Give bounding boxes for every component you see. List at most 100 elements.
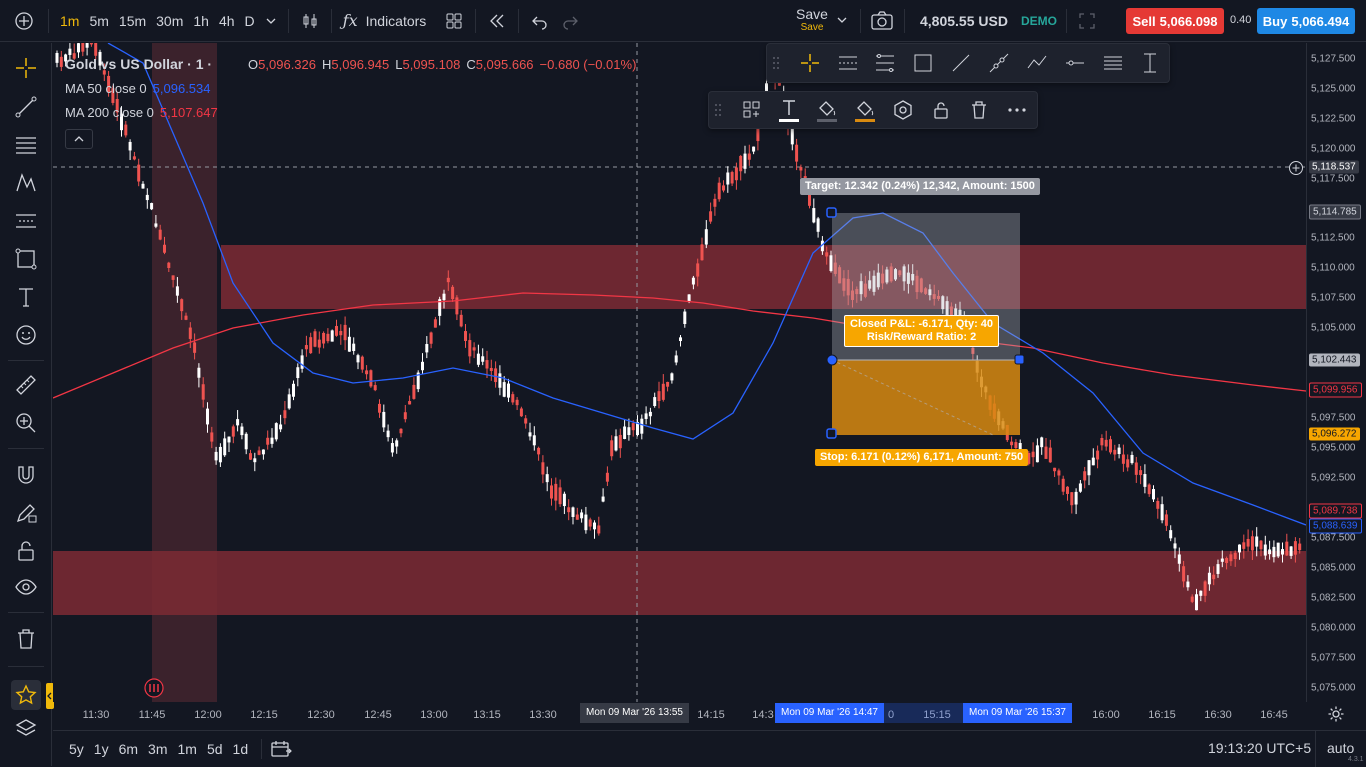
stop-zone[interactable] xyxy=(832,360,1020,435)
entry-handle[interactable] xyxy=(826,354,838,366)
templates-icon[interactable] xyxy=(439,6,469,36)
candle-body xyxy=(661,383,665,400)
pattern-icon[interactable] xyxy=(13,170,39,196)
horizontal-ray-icon[interactable] xyxy=(1061,49,1089,77)
trash-icon[interactable] xyxy=(13,626,39,652)
layers-icon[interactable] xyxy=(13,716,39,742)
candle-body xyxy=(627,427,631,436)
range-3m[interactable]: 3m xyxy=(143,741,172,757)
line-tool-icon[interactable] xyxy=(947,49,975,77)
rectangle-tool-icon[interactable] xyxy=(909,49,937,77)
trend-line-icon[interactable] xyxy=(13,94,39,120)
price-scale[interactable]: 5,127.500 5,125.000 5,122.500 5,120.000 … xyxy=(1306,43,1366,702)
candle-body xyxy=(713,198,717,207)
rectangle-icon[interactable] xyxy=(13,246,39,272)
chevron-down-icon[interactable] xyxy=(260,6,282,36)
parallel-channel-icon[interactable] xyxy=(834,49,862,77)
candle-body xyxy=(1104,439,1108,447)
timeframe-1m[interactable]: 1m xyxy=(55,6,84,36)
resistance-zone[interactable] xyxy=(221,245,1306,309)
range-6m[interactable]: 6m xyxy=(114,741,143,757)
zoom-in-icon[interactable] xyxy=(13,410,39,436)
chart-settings-gear-icon[interactable] xyxy=(1327,705,1345,723)
range-1d[interactable]: 1d xyxy=(228,741,254,757)
background-color-icon[interactable] xyxy=(851,96,879,124)
range-5y[interactable]: 5y xyxy=(64,741,89,757)
auto-scale-button[interactable]: auto xyxy=(1327,740,1354,756)
lock-object-icon[interactable] xyxy=(927,96,955,124)
timeframe-1h[interactable]: 1h xyxy=(188,6,214,36)
time-tick-partial: 14:3 xyxy=(752,709,774,721)
fib-channel-icon[interactable] xyxy=(871,49,899,77)
fullscreen-icon[interactable] xyxy=(1078,12,1096,30)
timeframe-d[interactable]: D xyxy=(240,6,260,36)
lines-tool-icon[interactable] xyxy=(1099,49,1127,77)
ma50-row[interactable]: MA 50 close 0 5,096.534 xyxy=(65,76,636,100)
timeframe-30m[interactable]: 30m xyxy=(151,6,188,36)
fib-retracement-icon[interactable] xyxy=(13,132,39,158)
drag-handle-icon[interactable] xyxy=(769,49,783,77)
unlock-icon[interactable] xyxy=(13,538,39,564)
ma200-row[interactable]: MA 200 close 0 5,107.647 xyxy=(65,100,636,124)
eye-icon[interactable] xyxy=(13,574,39,600)
emoji-icon[interactable] xyxy=(13,322,39,348)
sell-button[interactable]: Sell 5,066.098 xyxy=(1126,8,1224,34)
delete-object-icon[interactable] xyxy=(965,96,993,124)
path-tool-icon[interactable] xyxy=(1023,49,1051,77)
text-icon[interactable] xyxy=(13,284,39,310)
buy-button[interactable]: Buy 5,066.494 xyxy=(1257,8,1355,34)
ruler-icon[interactable] xyxy=(13,372,39,398)
candles-icon[interactable] xyxy=(295,6,325,36)
candle-body xyxy=(717,182,721,200)
target-handle[interactable] xyxy=(826,207,837,218)
ray-tool-icon[interactable] xyxy=(985,49,1013,77)
candle-body xyxy=(446,277,450,283)
candle-body xyxy=(1078,483,1082,492)
fill-color-icon[interactable] xyxy=(813,96,841,124)
price-tick: 5,080.000 xyxy=(1311,622,1356,634)
add-object-icon[interactable] xyxy=(738,96,766,124)
add-alert-icon[interactable] xyxy=(1288,160,1304,176)
timeframe-4h[interactable]: 4h xyxy=(214,6,240,36)
ma50-price-label: 5,088.639 xyxy=(1309,518,1362,534)
stop-handle[interactable] xyxy=(826,428,837,439)
range-1m[interactable]: 1m xyxy=(173,741,202,757)
divider xyxy=(1315,731,1316,767)
time-tick: 12:45 xyxy=(364,709,392,721)
crosshair-icon[interactable] xyxy=(13,55,39,81)
save-chevron-down-icon[interactable] xyxy=(836,14,848,26)
timeframe-5m[interactable]: 5m xyxy=(84,6,113,36)
timeframe-15m[interactable]: 15m xyxy=(114,6,151,36)
camera-icon[interactable] xyxy=(870,10,894,32)
redo-icon[interactable] xyxy=(555,6,585,36)
crosshair-tool-icon[interactable] xyxy=(796,49,824,77)
open-label: O xyxy=(248,56,259,72)
text-color-icon[interactable] xyxy=(775,96,803,124)
symbol-title[interactable]: Gold vs US Dollar · 1 · xyxy=(65,56,212,72)
support-zone[interactable] xyxy=(53,551,1306,615)
forecast-icon[interactable] xyxy=(13,208,39,234)
time-tick: 14:15 xyxy=(697,709,725,721)
indicators-button[interactable]: ƒx Indicators xyxy=(338,6,432,36)
settings-icon[interactable] xyxy=(889,96,917,124)
lock-drawing-icon[interactable] xyxy=(13,500,39,526)
star-icon[interactable] xyxy=(11,680,41,710)
candle-body xyxy=(257,450,261,455)
candle-body xyxy=(1220,558,1224,562)
replay-icon[interactable] xyxy=(482,6,512,36)
collapse-legend-icon[interactable] xyxy=(65,129,93,149)
clock-timezone[interactable]: 19:13:20 UTC+5 xyxy=(1208,740,1311,756)
undo-icon[interactable] xyxy=(525,6,555,36)
add-symbol-icon[interactable] xyxy=(6,6,42,36)
time-scale[interactable]: 11:30 11:45 12:00 12:15 12:30 12:45 13:0… xyxy=(53,702,1306,728)
more-options-icon[interactable] xyxy=(1003,96,1031,124)
date-range-icon[interactable] xyxy=(270,739,292,759)
vertical-line-icon[interactable] xyxy=(1136,49,1164,77)
magnet-icon[interactable] xyxy=(13,462,39,488)
candle-body xyxy=(1070,492,1074,506)
range-5d[interactable]: 5d xyxy=(202,741,228,757)
range-1y[interactable]: 1y xyxy=(89,741,114,757)
drag-handle-icon[interactable] xyxy=(711,96,725,124)
account-balance: 4,805.55 USD xyxy=(920,13,1008,29)
width-handle[interactable] xyxy=(1014,354,1025,365)
